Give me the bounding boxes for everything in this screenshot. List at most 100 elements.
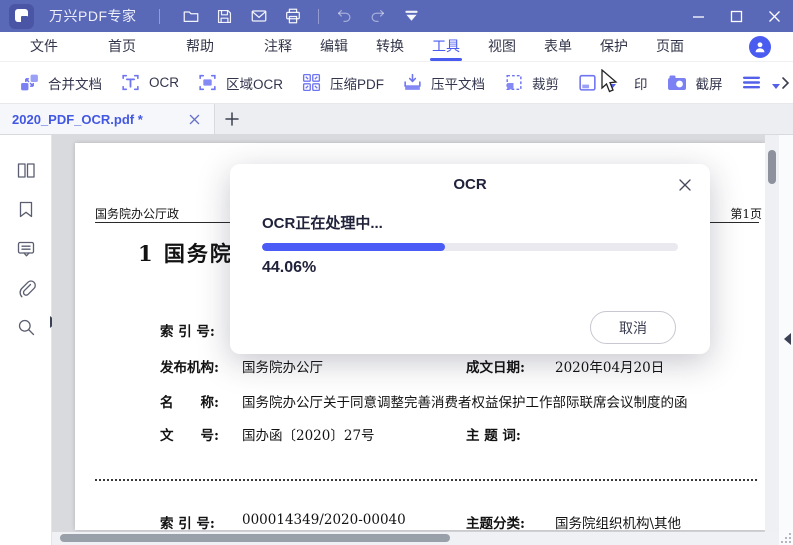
menu-edit[interactable]: 编辑 (306, 32, 362, 62)
ocr-status-text: OCR正在处理中... (262, 215, 383, 232)
horizontal-scrollbar-thumb[interactable] (60, 534, 450, 542)
bookmarks-panel-button[interactable] (14, 198, 38, 222)
doc-heading: 1 国务院 (138, 241, 233, 266)
crop-icon (506, 74, 522, 91)
redo-button[interactable] (361, 0, 395, 32)
attachment-icon (19, 280, 36, 298)
menu-convert[interactable]: 转换 (362, 32, 418, 62)
doc-field-label: 索 引 号: (160, 324, 215, 340)
dropdown-caret-icon (608, 84, 616, 89)
menu-comment[interactable]: 注释 (250, 32, 306, 62)
thumbnails-panel-button[interactable] (14, 159, 38, 183)
doc-field-label: 索 引 号: (160, 516, 215, 530)
doc-field-value: 2020年04月20日 (555, 360, 665, 376)
resize-grip[interactable] (781, 533, 791, 543)
close-window-button[interactable] (755, 0, 793, 32)
compress-pdf-icon (302, 73, 321, 92)
menu-file[interactable]: 文件 (16, 32, 72, 62)
vertical-scrollbar[interactable] (765, 135, 779, 545)
ocr-dialog: OCR OCR正在处理中... 44.06% 取消 (230, 164, 710, 354)
close-icon (768, 10, 780, 22)
crop-button[interactable]: 裁剪 (498, 65, 572, 101)
right-panel-toggle[interactable] (784, 333, 791, 345)
ocr-progress-percent: 44.06% (262, 259, 317, 276)
tool-label: OCR (149, 75, 179, 90)
undo-icon (337, 9, 350, 23)
dialog-close-button[interactable] (674, 174, 696, 196)
horizontal-scrollbar[interactable] (52, 532, 779, 545)
dropdown-caret-icon (771, 84, 780, 89)
titlebar: 万兴PDF专家 (0, 0, 793, 32)
doc-field-label: 成文日期: (466, 360, 525, 376)
attachments-panel-button[interactable] (14, 276, 38, 300)
menubar: 文件 首页 帮助 注释 编辑 转换 工具 视图 表单 保护 页面 (0, 32, 793, 62)
tab-close-button[interactable] (184, 109, 204, 129)
maximize-icon (730, 10, 742, 22)
doc-field-label: 名 称: (160, 395, 219, 411)
dialog-title: OCR (453, 176, 487, 193)
search-icon (18, 319, 34, 336)
doc-header-left: 国务院办公厅政 (95, 207, 180, 221)
thumbnails-icon (17, 163, 35, 178)
area-ocr-button[interactable]: 区域OCR (192, 65, 296, 101)
titlebar-divider (317, 8, 319, 24)
print-icon (285, 8, 300, 24)
tool-label: 压平文档 (431, 76, 485, 92)
undo-button[interactable] (327, 0, 361, 32)
ocr-icon (122, 74, 139, 91)
new-tab-button[interactable] (215, 104, 249, 134)
print-button[interactable] (276, 0, 310, 32)
watermark-button[interactable]: 印 (572, 65, 661, 101)
user-avatar-icon (755, 41, 765, 52)
maximize-button[interactable] (717, 0, 755, 32)
menu-form[interactable]: 表单 (530, 32, 586, 62)
save-button[interactable] (208, 0, 242, 32)
merge-documents-icon (21, 74, 38, 91)
toolbar-expand-button[interactable] (781, 72, 793, 94)
tools-toolbar: 合并文档 OCR 区域OCR 压缩PDF 压平文档 裁剪 印 截屏 (0, 62, 793, 104)
chevron-right-icon (782, 77, 790, 89)
doc-header-right: 第1页 (730, 207, 762, 221)
merge-documents-button[interactable]: 合并文档 (14, 65, 115, 101)
cancel-button[interactable]: 取消 (590, 311, 676, 344)
tool-label: 裁剪 (532, 76, 559, 92)
menu-tools[interactable]: 工具 (418, 32, 474, 62)
app-window: 万兴PDF专家 文件 首页 帮助 注释 编辑 转换 工具 视图 表单 保护 页面… (0, 0, 793, 545)
menu-view[interactable]: 视图 (474, 32, 530, 62)
flatten-pdf-button[interactable]: 压平文档 (397, 65, 498, 101)
screenshot-icon (667, 75, 686, 90)
ocr-button[interactable]: OCR (115, 65, 192, 101)
user-avatar[interactable] (749, 35, 771, 58)
tool-label: 印 (634, 76, 648, 92)
doc-field-value: 国务院组织机构\其他 (555, 516, 682, 530)
tool-label: 合并文档 (48, 76, 102, 92)
doc-field-value: 国务院办公厅关于同意调整完善消费者权益保护工作部际联席会议制度的函 (242, 395, 688, 411)
doc-field-value: 国办函〔2020〕27号 (242, 428, 375, 444)
watermark-icon (579, 74, 596, 91)
collapse-toolbar-button[interactable] (395, 0, 429, 32)
ocr-progress-bar (262, 243, 678, 251)
tool-label: 区域OCR (226, 76, 283, 92)
menu-help[interactable]: 帮助 (172, 32, 228, 62)
collapse-toolbar-icon (405, 10, 418, 21)
redo-icon (371, 9, 384, 23)
minimize-button[interactable] (679, 0, 717, 32)
search-panel-button[interactable] (14, 315, 38, 339)
open-file-button[interactable] (174, 0, 208, 32)
menu-home[interactable]: 首页 (94, 32, 150, 62)
app-title: 万兴PDF专家 (49, 8, 137, 24)
area-ocr-icon (199, 74, 216, 91)
compress-pdf-button[interactable]: 压缩PDF (296, 65, 397, 101)
minimize-icon (692, 15, 704, 18)
ocr-progress-fill (262, 243, 446, 251)
doc-field-value: 000014349/2020-00040 (242, 512, 406, 528)
screenshot-button[interactable]: 截屏 (661, 65, 736, 101)
menu-page[interactable]: 页面 (642, 32, 698, 62)
email-button[interactable] (242, 0, 276, 32)
vertical-scrollbar-thumb[interactable] (768, 150, 776, 184)
doc-field-label: 发布机构: (160, 360, 219, 376)
menu-protect[interactable]: 保护 (586, 32, 642, 62)
document-tab[interactable]: 2020_PDF_OCR.pdf * (0, 104, 215, 134)
comments-panel-button[interactable] (14, 237, 38, 261)
comment-icon (17, 241, 34, 257)
